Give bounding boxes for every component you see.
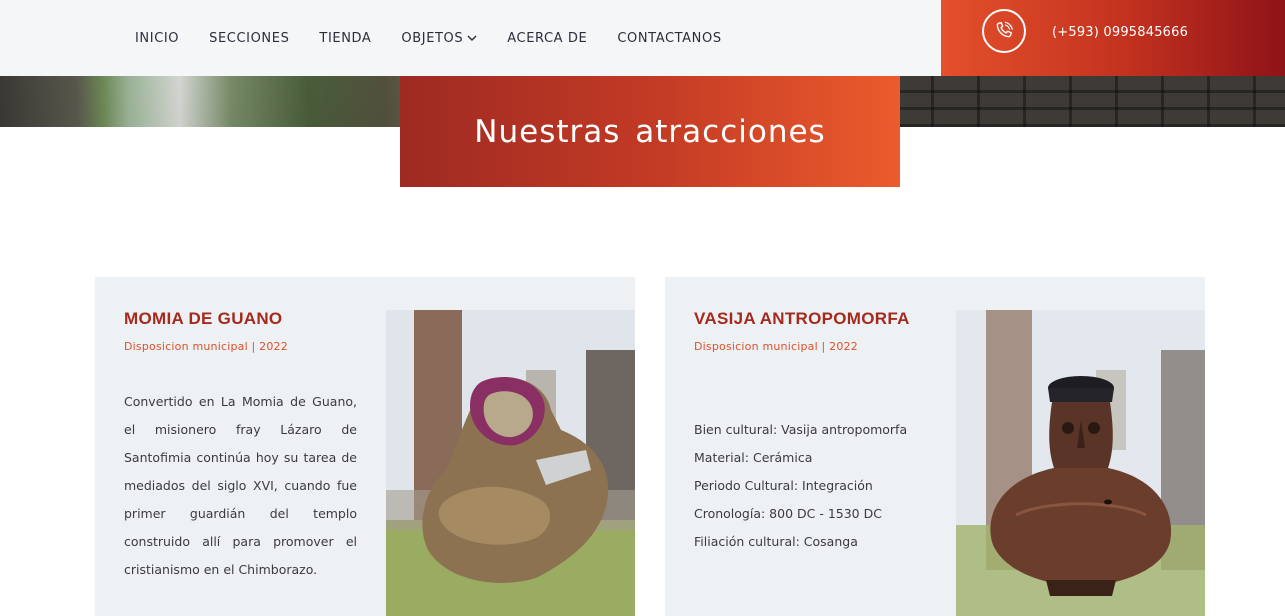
nav-label: OBJETOS xyxy=(401,30,464,46)
nav-label: TIENDA xyxy=(319,30,372,46)
main-nav: INICIO SECCIONES TIENDA OBJETOS ACERCA D… xyxy=(135,0,722,76)
nav-label: SECCIONES xyxy=(209,30,290,46)
card-subtitle: Disposicion municipal | 2022 xyxy=(694,340,858,353)
chevron-down-icon xyxy=(467,35,477,41)
site-header: INICIO SECCIONES TIENDA OBJETOS ACERCA D… xyxy=(0,0,941,76)
attraction-card: MOMIA DE GUANO Disposicion municipal | 2… xyxy=(95,277,635,616)
section-title-banner: Nuestras atracciones xyxy=(400,76,900,187)
card-subtitle: Disposicion municipal | 2022 xyxy=(124,340,288,353)
nav-item-contactanos[interactable]: CONTACTANOS xyxy=(617,31,721,46)
nav-item-inicio[interactable]: INICIO xyxy=(135,31,179,46)
spec-item: Filiación cultural: Cosanga xyxy=(694,534,858,549)
phone-icon xyxy=(996,21,1013,38)
card-title[interactable]: VASIJA ANTROPOMORFA xyxy=(694,309,910,329)
attraction-card: VASIJA ANTROPOMORFA Disposicion municipa… xyxy=(665,277,1205,616)
card-specs-list: Bien cultural: Vasija antropomorfa Mater… xyxy=(694,416,934,556)
contact-bar: (+593) 0995845666 xyxy=(941,0,1285,76)
spec-item: Periodo Cultural: Integración xyxy=(694,478,873,493)
mummy-photo-illustration xyxy=(386,310,635,616)
vessel-image xyxy=(956,310,1205,616)
nav-label: CONTACTANOS xyxy=(617,30,722,46)
nav-item-acerca-de[interactable]: ACERCA DE xyxy=(507,31,587,46)
spec-item: Bien cultural: Vasija antropomorfa xyxy=(694,422,908,437)
nav-label: INICIO xyxy=(135,30,180,46)
spec-item: Material: Cerámica xyxy=(694,450,813,465)
phone-number[interactable]: (+593) 0995845666 xyxy=(1052,25,1188,40)
nav-label: ACERCA DE xyxy=(507,30,588,46)
nav-item-tienda[interactable]: TIENDA xyxy=(319,31,371,46)
mummy-image xyxy=(386,310,635,616)
card-description: Convertido en La Momia de Guano, el misi… xyxy=(124,394,357,577)
card-title[interactable]: MOMIA DE GUANO xyxy=(124,309,282,329)
spec-item: Cronología: 800 DC - 1530 DC xyxy=(694,506,882,521)
phone-call-button[interactable] xyxy=(982,9,1026,53)
vessel-photo-illustration xyxy=(956,310,1205,616)
nav-item-secciones[interactable]: SECCIONES xyxy=(209,31,289,46)
stone-wall-image xyxy=(885,75,1285,127)
page-title: Nuestras atracciones xyxy=(474,113,826,150)
nav-item-objetos[interactable]: OBJETOS xyxy=(401,31,477,46)
